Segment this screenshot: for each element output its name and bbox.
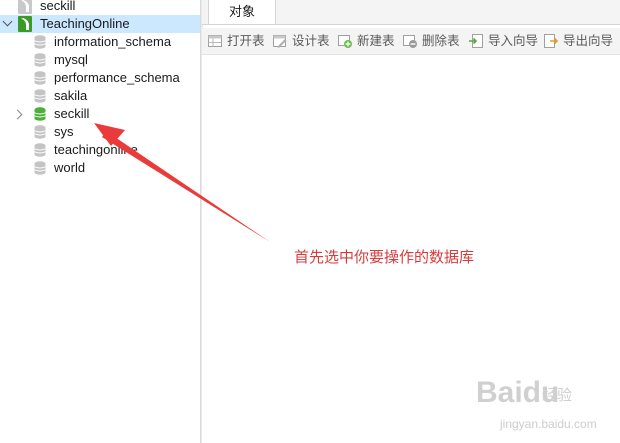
watermark-url: jingyan.baidu.com (500, 417, 597, 431)
baidu-jingyan-watermark: Baidu 经验 jingyan.baidu.com (476, 376, 616, 438)
annotation-text: 首先选中你要操作的数据库 (294, 249, 475, 266)
watermark-subtitle: 经验 (542, 387, 573, 404)
